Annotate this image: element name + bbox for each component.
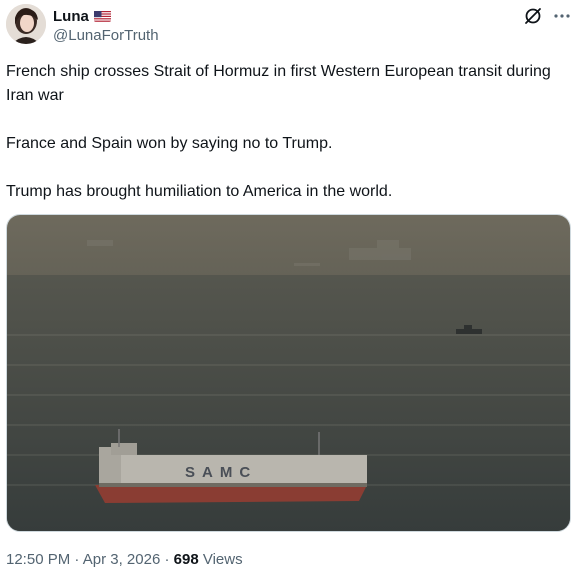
tweet-paragraph-2: France and Spain won by saying no to Tru… bbox=[6, 135, 333, 152]
tweet-paragraph-3: Trump has brought humiliation to America… bbox=[6, 183, 393, 200]
us-flag-icon bbox=[93, 10, 111, 22]
more-options-icon[interactable] bbox=[551, 6, 573, 26]
meta-separator-1: · bbox=[70, 551, 83, 568]
tweet-photo[interactable]: SAMC bbox=[6, 214, 571, 532]
tweet-header: Luna @LunaForTruth bbox=[6, 4, 573, 46]
avatar[interactable] bbox=[6, 4, 46, 44]
post-time[interactable]: 12:50 PM bbox=[6, 551, 70, 568]
display-name[interactable]: Luna bbox=[53, 8, 89, 25]
meta-separator-2: · bbox=[160, 551, 174, 568]
author-handle[interactable]: @LunaForTruth bbox=[53, 26, 159, 46]
tweet-metadata: 12:50 PM · Apr 3, 2026 · 698 Views bbox=[6, 550, 243, 570]
views-count: 698 bbox=[173, 551, 199, 568]
tweet-paragraph-1: French ship crosses Strait of Hormuz in … bbox=[6, 63, 551, 104]
grok-icon[interactable] bbox=[523, 6, 543, 26]
avatar-image bbox=[6, 4, 46, 44]
ship-label: SAMC bbox=[185, 464, 257, 481]
name-row: Luna bbox=[53, 6, 159, 26]
author-info: Luna @LunaForTruth bbox=[53, 6, 159, 46]
post-date[interactable]: Apr 3, 2026 bbox=[83, 551, 161, 568]
views-label: Views bbox=[198, 551, 243, 568]
tweet-text: French ship crosses Strait of Hormuz in … bbox=[6, 60, 566, 204]
ship-photo: SAMC bbox=[7, 215, 570, 531]
